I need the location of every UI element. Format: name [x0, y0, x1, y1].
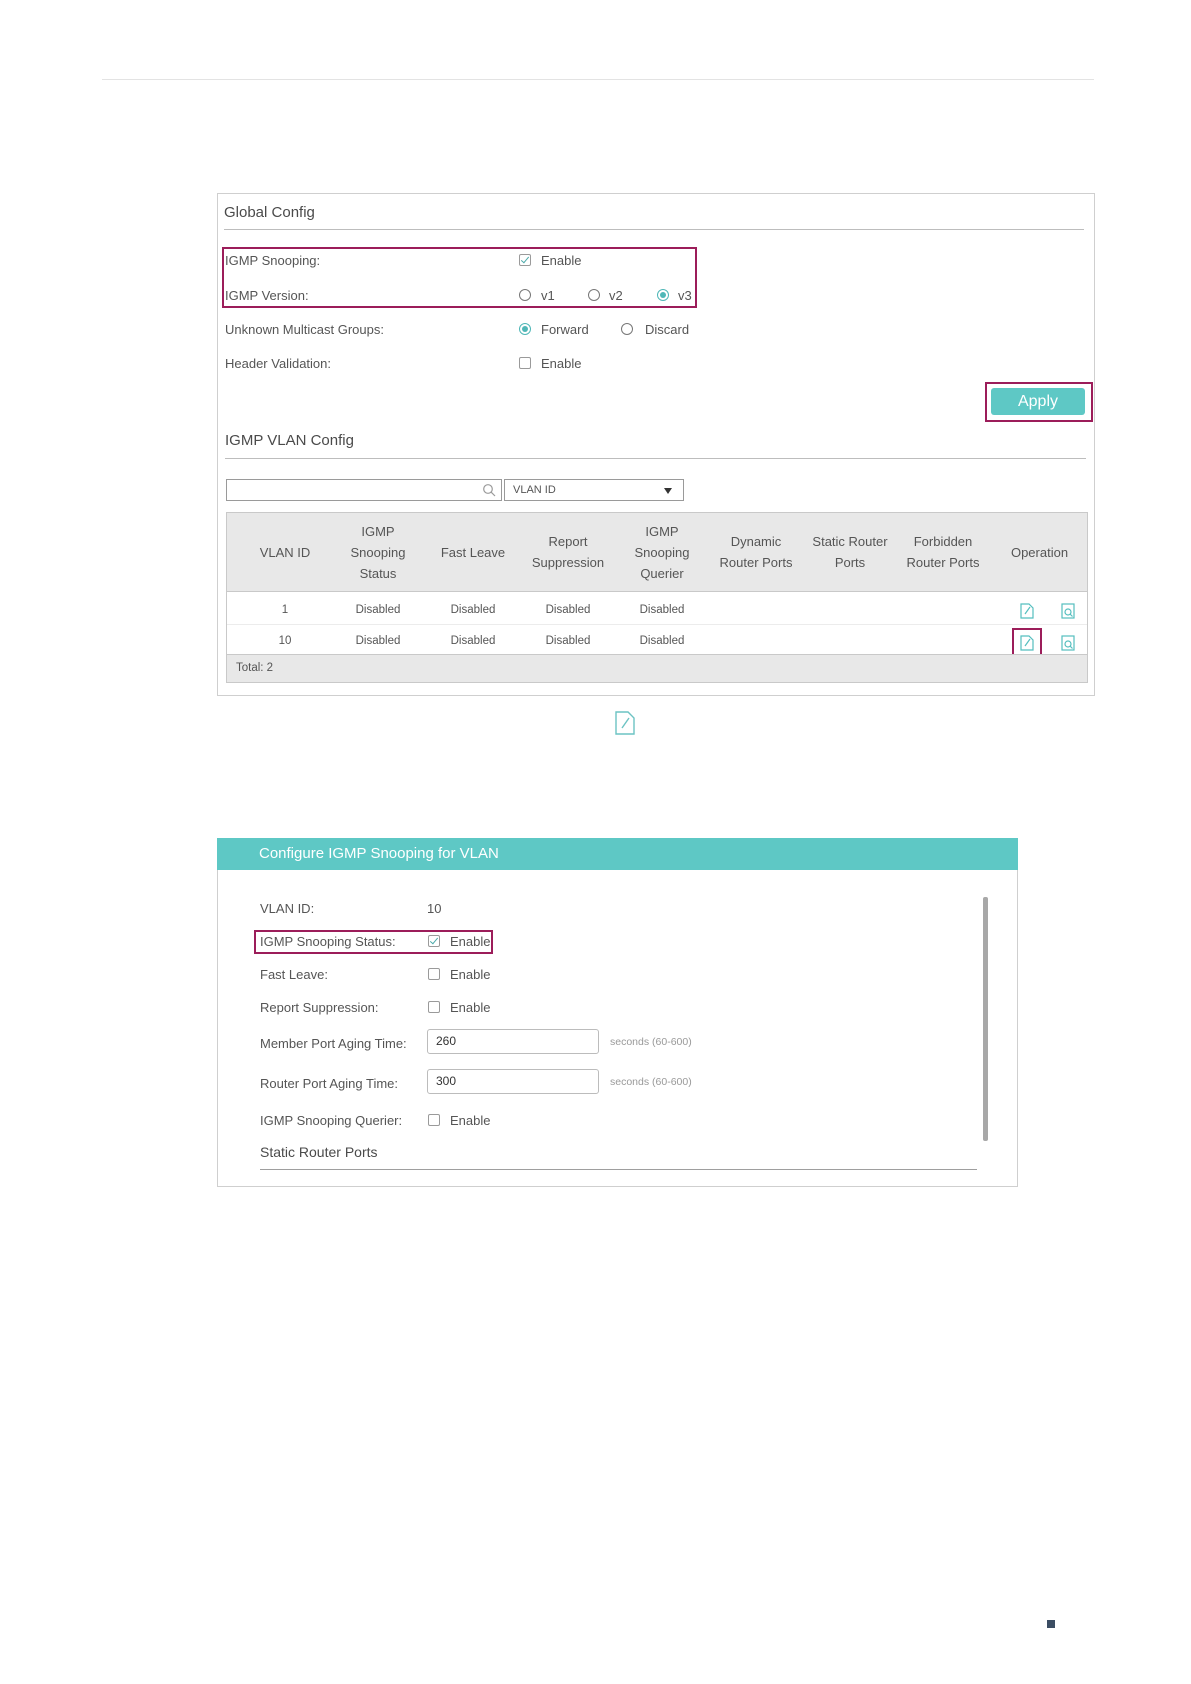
table-row-2-vlan-id: 10 — [278, 635, 292, 647]
table-footer: Total: 2 — [227, 654, 1087, 682]
column-header-dynamic-router-ports[interactable]: Dynamic Router Ports — [706, 513, 806, 591]
search-field-select-value: VLAN ID — [513, 484, 556, 496]
forward-label: Forward — [541, 322, 589, 337]
edit-icon[interactable] — [1018, 602, 1036, 620]
member-port-aging-hint: seconds (60-600) — [610, 1036, 692, 1048]
search-field-select[interactable]: VLAN ID — [504, 479, 684, 501]
highlight-apply-button — [985, 382, 1093, 422]
dialog-querier-label: IGMP Snooping Querier: — [260, 1113, 403, 1128]
page-footer-marker — [1047, 1620, 1055, 1628]
highlight-snooping-status — [254, 930, 493, 954]
dialog-report-suppression-checkbox[interactable] — [428, 1001, 440, 1013]
column-header-operation: Operation — [1010, 544, 1069, 560]
dialog-report-suppression-enable-label: Enable — [450, 1000, 491, 1015]
member-port-aging-input[interactable]: 260 — [427, 1029, 599, 1054]
router-port-aging-input[interactable]: 300 — [427, 1069, 599, 1094]
page-top-rule — [102, 79, 1094, 80]
header-validation-checkbox[interactable] — [519, 357, 531, 369]
column-header-static-router-ports[interactable]: Static Router Ports — [805, 513, 895, 591]
member-port-aging-label: Member Port Aging Time: — [260, 1036, 407, 1051]
forward-radio[interactable] — [519, 323, 531, 335]
column-header-forbidden-router-ports[interactable]: Forbidden Router Ports — [893, 513, 993, 591]
row-divider — [227, 624, 1087, 625]
table-row-1-querier: Disabled — [639, 604, 685, 616]
table-row-1-report-suppression: Disabled — [545, 604, 591, 616]
detail-icon[interactable] — [1059, 634, 1077, 652]
unknown-multicast-label: Unknown Multicast Groups: — [225, 322, 384, 337]
magnifier-icon — [483, 484, 496, 497]
global-config-rule — [224, 229, 1084, 230]
vlan-config-rule — [225, 458, 1086, 459]
column-header-fast-leave[interactable]: Fast Leave — [428, 513, 518, 591]
dialog-fast-leave-enable-label: Enable — [450, 967, 491, 982]
router-port-aging-hint: seconds (60-600) — [610, 1076, 692, 1088]
edit-icon — [615, 711, 635, 735]
table-row-2-status: Disabled — [355, 635, 401, 647]
static-router-ports-title: Static Router Ports — [260, 1144, 378, 1160]
dialog-title: Configure IGMP Snooping for VLAN — [259, 845, 499, 862]
dialog-querier-checkbox[interactable] — [428, 1114, 440, 1126]
vlan-config-title: IGMP VLAN Config — [225, 432, 354, 449]
table-row-2-fast-leave: Disabled — [450, 635, 496, 647]
table-row-1-fast-leave: Disabled — [450, 604, 496, 616]
column-header-report-suppression[interactable]: Report Suppression — [518, 513, 618, 591]
highlight-igmp-settings — [222, 247, 697, 308]
dialog-scrollbar[interactable] — [983, 897, 988, 1141]
dialog-fast-leave-label: Fast Leave: — [260, 967, 328, 982]
table-total: Total: 2 — [236, 662, 274, 674]
header-validation-enable-label: Enable — [541, 356, 582, 371]
column-header-vlan-id[interactable]: VLAN ID — [245, 513, 325, 591]
column-header-querier[interactable]: IGMP Snooping Querier — [617, 513, 707, 591]
search-input[interactable] — [226, 479, 502, 501]
dialog-vlan-id-label: VLAN ID: — [260, 901, 315, 916]
global-config-title: Global Config — [224, 204, 315, 221]
table-row-1-vlan-id: 1 — [281, 604, 289, 616]
triangle-down-icon — [664, 488, 672, 494]
table-row-2-report-suppression: Disabled — [545, 635, 591, 647]
dialog-querier-enable-label: Enable — [450, 1113, 491, 1128]
dialog-vlan-id-value: 10 — [427, 901, 442, 916]
discard-label: Discard — [645, 322, 690, 337]
dialog-header: Configure IGMP Snooping for VLAN — [217, 838, 1018, 870]
column-header-snooping-status[interactable]: IGMP Snooping Status — [333, 513, 423, 591]
header-validation-label: Header Validation: — [225, 356, 331, 371]
table-row-1-status: Disabled — [355, 604, 401, 616]
discard-radio[interactable] — [621, 323, 633, 335]
router-port-aging-label: Router Port Aging Time: — [260, 1076, 399, 1091]
static-router-ports-rule — [260, 1169, 977, 1170]
dialog-report-suppression-label: Report Suppression: — [260, 1000, 379, 1015]
igmp-vlan-table: VLAN ID IGMP Snooping Status Fast Leave … — [226, 512, 1088, 683]
detail-icon[interactable] — [1059, 602, 1077, 620]
dialog-fast-leave-checkbox[interactable] — [428, 968, 440, 980]
table-row-2-querier: Disabled — [639, 635, 685, 647]
table-header: VLAN ID IGMP Snooping Status Fast Leave … — [227, 513, 1087, 592]
